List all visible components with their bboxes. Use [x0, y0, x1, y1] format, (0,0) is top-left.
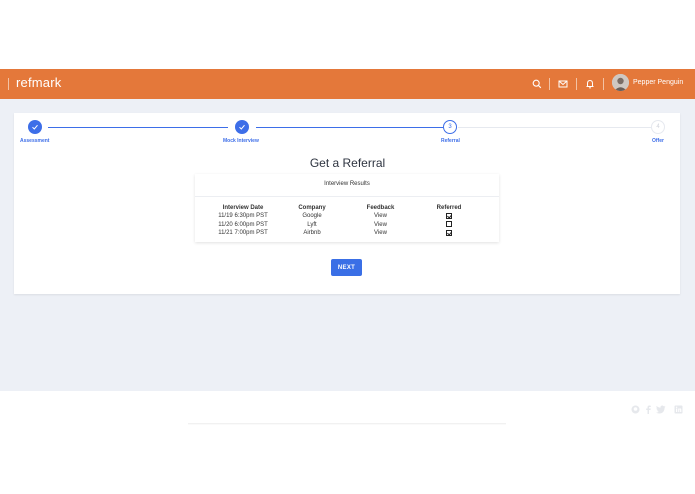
top-navbar: refmark	[0, 69, 695, 99]
referred-cell	[415, 221, 483, 230]
feedback-view-link[interactable]: View	[346, 221, 415, 230]
referred-cell	[415, 229, 483, 238]
table-row: 11/20 6:00pm PST Lyft View	[208, 221, 483, 230]
next-button[interactable]: NEXT	[331, 259, 362, 276]
search-icon[interactable]	[530, 77, 544, 91]
step-mock-interview-check-icon[interactable]	[235, 120, 249, 134]
stepper-line	[48, 127, 228, 128]
step-label-offer: Offer	[652, 138, 664, 144]
panel-title: Interview Results	[324, 181, 370, 187]
linkedin-icon[interactable]	[673, 404, 683, 414]
interview-date: 11/19 6:30pm PST	[218, 213, 268, 220]
footer-divider	[188, 423, 506, 425]
column-header-feedback: Feedback	[366, 205, 395, 211]
step-label-mock-interview: Mock Interview	[223, 138, 259, 144]
stepper-line	[458, 127, 651, 128]
company: Google	[302, 213, 322, 220]
step-offer[interactable]: 4	[651, 120, 665, 134]
avatar[interactable]	[612, 74, 629, 91]
brand-logo[interactable]: refmark	[16, 75, 61, 90]
referred-cell	[415, 212, 483, 221]
panel-divider	[195, 196, 499, 197]
results-table: Interview Date Company Feedback Referred…	[208, 204, 483, 238]
user-name[interactable]: Pepper Penguin	[633, 79, 683, 86]
github-icon[interactable]	[630, 404, 640, 414]
page-title: Get a Referral	[309, 156, 386, 170]
step-label-assessment: Assessment	[20, 138, 50, 144]
mail-icon[interactable]	[556, 77, 570, 91]
interview-date: 11/21 7:00pm PST	[218, 230, 268, 237]
table-header-row: Interview Date Company Feedback Referred	[208, 204, 483, 212]
twitter-icon[interactable]	[656, 404, 666, 414]
stepper-line	[256, 127, 443, 128]
column-header-company: Company	[298, 205, 326, 211]
page: refmark Pepper Penguin 3 4 Assessment Mo…	[0, 0, 695, 494]
header-divider	[603, 78, 604, 90]
interview-results-panel: Interview Results Interview Date Company…	[195, 174, 499, 242]
referred-checkbox[interactable]	[446, 221, 452, 228]
referred-checkbox[interactable]	[446, 212, 452, 219]
company: Airbnb	[303, 230, 321, 237]
step-assessment-check-icon[interactable]	[28, 120, 42, 134]
facebook-icon[interactable]	[643, 404, 653, 414]
feedback-view-link[interactable]: View	[346, 212, 415, 221]
table-row: 11/19 6:30pm PST Google View	[208, 212, 483, 221]
company: Lyft	[307, 221, 317, 228]
table-row: 11/21 7:00pm PST Airbnb View	[208, 229, 483, 238]
bell-icon[interactable]	[583, 77, 597, 91]
header-divider	[576, 78, 577, 90]
interview-date: 11/20 6:00pm PST	[218, 221, 268, 228]
header-divider	[549, 78, 550, 90]
footer	[0, 391, 695, 494]
step-label-referral: Referral	[441, 138, 460, 144]
step-referral[interactable]: 3	[443, 120, 457, 134]
column-header-referred: Referred	[436, 205, 462, 211]
brand-divider	[8, 78, 9, 90]
referred-checkbox[interactable]	[446, 229, 452, 236]
feedback-view-link[interactable]: View	[346, 229, 415, 238]
column-header-date: Interview Date	[222, 205, 264, 211]
